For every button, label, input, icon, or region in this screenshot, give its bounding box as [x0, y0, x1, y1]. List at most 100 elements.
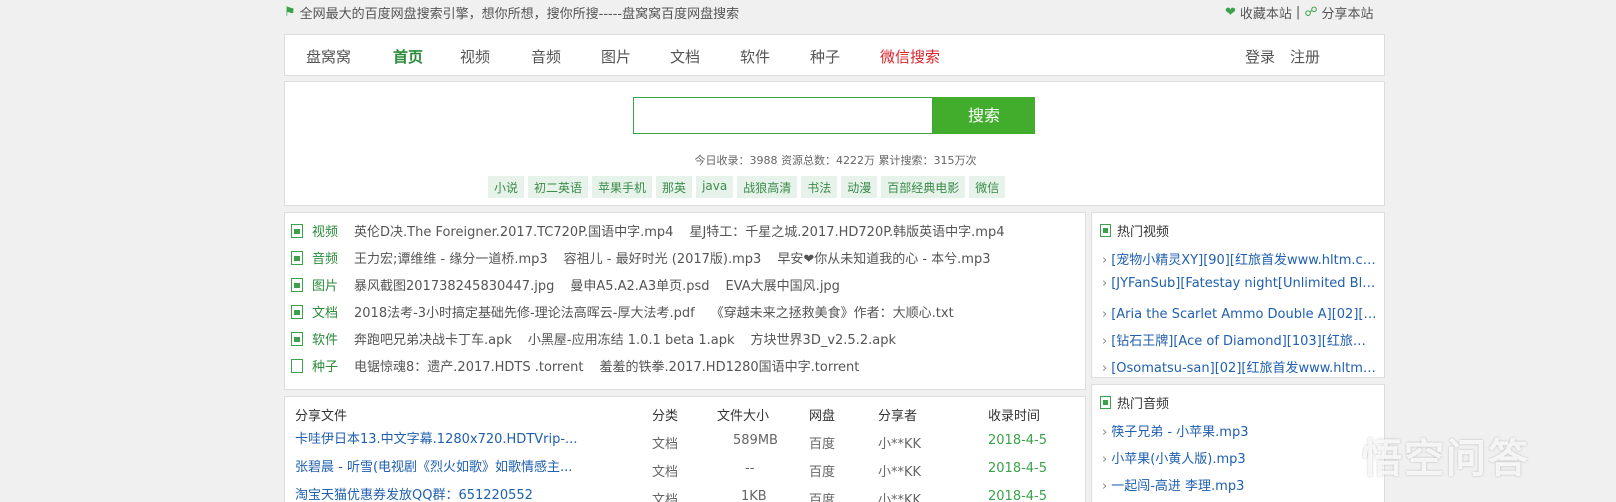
login-link[interactable]: 登录	[1245, 46, 1275, 67]
separator: |	[1295, 5, 1301, 20]
category-label[interactable]: 图片	[312, 275, 338, 294]
panel-title: 热门视频	[1100, 221, 1169, 240]
nav-home[interactable]: 首页	[393, 46, 423, 67]
bullet-icon: ›	[1102, 425, 1108, 440]
category-label[interactable]: 文档	[312, 302, 338, 321]
hot-tag[interactable]: 微信	[969, 176, 1006, 198]
category-label[interactable]: 种子	[312, 356, 338, 375]
column-header: 网盘	[809, 409, 836, 424]
hot-audio-link[interactable]: 小苹果(小黄人版).mp3	[1111, 452, 1245, 467]
bullet-icon: ›	[1102, 276, 1108, 291]
file-link[interactable]: 暴风截图201738245830447.jpg	[354, 275, 554, 294]
file-link[interactable]: 方块世界3D_v2.5.2.apk	[751, 329, 896, 348]
nav-wechat-search[interactable]: 微信搜索	[880, 46, 940, 67]
hot-tag[interactable]: 动漫	[841, 176, 878, 198]
hot-video-link[interactable]: [JYFanSub][Fatestay night[Unlimited Blad…	[1111, 276, 1378, 291]
cell-type: 文档	[652, 437, 679, 452]
hot-video-item[interactable]: › [JYFanSub][Fatestay night[Unlimited Bla…	[1102, 276, 1378, 291]
hot-video-link[interactable]: [钻石王牌][Ace of Diamond][103][红旅首发w...	[1111, 334, 1378, 349]
watermark: 悟空问答	[1292, 425, 1592, 485]
share-file-link[interactable]: 淘宝天猫优惠券发放QQ群：651220552	[295, 484, 533, 502]
file-link[interactable]: 容祖儿 - 最好时光 (2017版).mp3	[564, 248, 762, 267]
hot-video-link[interactable]: [宠物小精灵XY][90][红旅首发www.hltm.cc][...	[1111, 253, 1378, 268]
file-link[interactable]: 奔跑吧兄弟决战卡丁车.apk	[354, 329, 512, 348]
hot-video-item[interactable]: › [Osomatsu-san][02][红旅首发www.hltm.cc][...	[1102, 357, 1378, 376]
register-link[interactable]: 注册	[1290, 46, 1320, 67]
slogan: ⚑ 全网最大的百度网盘搜索引擎，想你所想，搜你所搜-----盘窝窝百度网盘搜索	[284, 3, 739, 22]
file-link[interactable]: 小黑屋-应用冻结 1.0.1 beta 1.apk	[528, 329, 735, 348]
hot-tag[interactable]: 百部经典电影	[881, 176, 966, 198]
share-icon: ☍	[1304, 5, 1318, 20]
nav-brand[interactable]: 盘窝窝	[306, 46, 351, 67]
cell-date: 2018-4-5	[988, 461, 1048, 476]
audio-file-icon	[291, 250, 303, 265]
cell-disk: 百度	[809, 437, 836, 452]
hot-video-item[interactable]: › [宠物小精灵XY][90][红旅首发www.hltm.cc][...	[1102, 249, 1378, 268]
cell-disk: 百度	[809, 493, 836, 502]
file-link[interactable]: 早安❤你从未知道我的心 - 本兮.mp3	[777, 248, 990, 267]
hot-tag[interactable]: 书法	[801, 176, 838, 198]
nav-image[interactable]: 图片	[601, 46, 631, 67]
hot-tag[interactable]: 初二英语	[528, 176, 589, 198]
slogan-text: 全网最大的百度网盘搜索引擎，想你所想，搜你所搜-----盘窝窝百度网盘搜索	[299, 7, 740, 22]
software-file-icon	[291, 331, 303, 346]
file-link[interactable]: 英伦D决.The Foreigner.2017.TC720P.国语中字.mp4	[354, 221, 673, 240]
share-file-link[interactable]: 张碧晨 - 听雪(电视剧《烈火如歌》如歌情感主...	[295, 456, 572, 475]
nav-audio[interactable]: 音频	[531, 46, 561, 67]
top-strip: ⚑ 全网最大的百度网盘搜索引擎，想你所想，搜你所搜-----盘窝窝百度网盘搜索 …	[0, 0, 1616, 24]
nav-torrent[interactable]: 种子	[810, 46, 840, 67]
category-list: 视频 英伦D决.The Foreigner.2017.TC720P.国语中字.m…	[284, 212, 1086, 390]
category-row-software: 软件 奔跑吧兄弟决战卡丁车.apk 小黑屋-应用冻结 1.0.1 beta 1.…	[291, 329, 912, 348]
panel-title: 热门音频	[1100, 393, 1169, 412]
category-label[interactable]: 视频	[312, 221, 338, 240]
file-link[interactable]: 《穿越未来之拯救美食》作者：大顺心.txt	[711, 302, 954, 321]
share-link[interactable]: 分享本站	[1321, 3, 1373, 22]
site-stats: 今日收录：3988 资源总数：4222万 累计搜索：315万次	[694, 154, 977, 167]
bullet-icon: ›	[1102, 307, 1108, 322]
hot-video-item[interactable]: › [钻石王牌][Ace of Diamond][103][红旅首发w...	[1102, 330, 1378, 349]
category-row-document: 文档 2018法考-3小时搞定基础先修-理论法高晖云-厚大法考.pdf 《穿越未…	[291, 302, 970, 321]
hot-tag[interactable]: 小说	[488, 176, 525, 198]
share-table: 分享文件 分类 文件大小 网盘 分享者 收录时间 卡哇伊日本13.中文字幕.12…	[284, 396, 1086, 502]
hot-audio-link[interactable]: 筷子兄弟 - 小苹果.mp3	[1111, 425, 1248, 440]
cell-user: 小**KK	[878, 493, 922, 502]
hot-tag[interactable]: 战狼高清	[737, 176, 798, 198]
hot-audio-link[interactable]: 一起闯-高进 李理.mp3	[1111, 479, 1244, 494]
file-link[interactable]: 曼申A5.A2.A3单页.psd	[570, 275, 709, 294]
search-input[interactable]	[633, 97, 933, 134]
column-header: 分享者	[878, 409, 918, 424]
cell-size: 1KB	[741, 489, 767, 502]
category-label[interactable]: 软件	[312, 329, 338, 348]
category-label[interactable]: 音频	[312, 248, 338, 267]
hot-tag[interactable]: java	[696, 176, 734, 198]
hot-video-link[interactable]: [Osomatsu-san][02][红旅首发www.hltm.cc][...	[1111, 361, 1378, 376]
column-header: 分类	[652, 409, 679, 424]
nav-document[interactable]: 文档	[670, 46, 700, 67]
file-link[interactable]: 羞羞的铁拳.2017.HD1280国语中字.torrent	[599, 356, 859, 375]
cell-size: --	[745, 461, 755, 476]
file-link[interactable]: EVA大展中国风.jpg	[726, 275, 840, 294]
hot-video-item[interactable]: › [Aria the Scarlet Ammo Double A][02][红旅…	[1102, 303, 1378, 322]
heart-icon: ❤	[1225, 5, 1236, 20]
nav-software[interactable]: 软件	[740, 46, 770, 67]
hot-video-link[interactable]: [Aria the Scarlet Ammo Double A][02][红旅.…	[1111, 307, 1378, 322]
cell-date: 2018-4-5	[988, 433, 1048, 448]
share-file-link[interactable]: 卡哇伊日本13.中文字幕.1280x720.HDTVrip-...	[295, 428, 577, 447]
file-link[interactable]: 2018法考-3小时搞定基础先修-理论法高晖云-厚大法考.pdf	[354, 302, 695, 321]
cell-type: 文档	[652, 465, 679, 480]
search-button[interactable]: 搜索	[933, 97, 1035, 134]
file-link[interactable]: 王力宏;谭维维 - 缘分一道桥.mp3	[354, 248, 548, 267]
hot-tag[interactable]: 苹果手机	[592, 176, 653, 198]
torrent-file-icon	[291, 358, 303, 373]
file-link[interactable]: 电锯惊魂8：遗产.2017.HDTS .torrent	[354, 356, 583, 375]
category-row-audio: 音频 王力宏;谭维维 - 缘分一道桥.mp3 容祖儿 - 最好时光 (2017版…	[291, 248, 1006, 267]
top-links: ❤ 收藏本站 | ☍ 分享本站	[1225, 3, 1374, 22]
bullet-icon: ›	[1102, 253, 1108, 268]
file-link[interactable]: 星J特工：千星之城.2017.HD720P.韩版英语中字.mp4	[689, 221, 1004, 240]
hot-tag[interactable]: 那英	[656, 176, 693, 198]
image-file-icon	[291, 277, 303, 292]
bullet-icon: ›	[1102, 361, 1108, 376]
nav-video[interactable]: 视频	[460, 46, 490, 67]
favorite-link[interactable]: 收藏本站	[1240, 3, 1292, 22]
cell-disk: 百度	[809, 465, 836, 480]
